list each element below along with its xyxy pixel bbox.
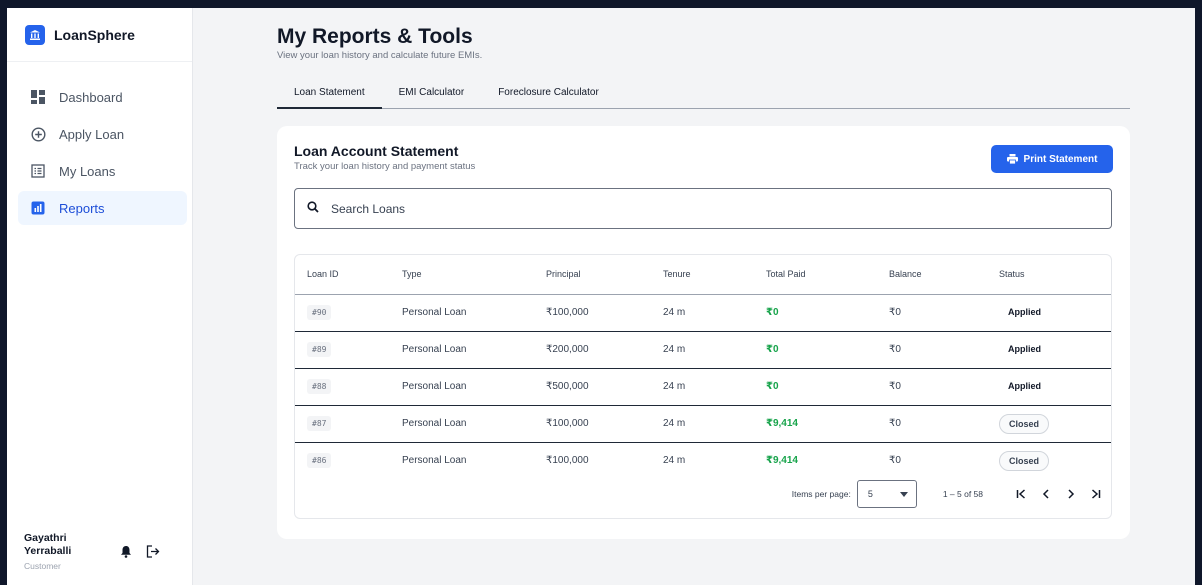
items-per-page-value: 5 <box>867 489 873 499</box>
loan-balance: ₹0 <box>889 368 999 406</box>
brand[interactable]: LoanSphere <box>7 8 192 62</box>
tab-emi-calculator[interactable]: EMI Calculator <box>382 79 482 109</box>
status-badge: Applied <box>1008 344 1041 354</box>
printer-icon <box>1006 154 1018 164</box>
tab-bar: Loan Statement EMI Calculator Foreclosur… <box>277 79 1130 109</box>
loan-id: #90 <box>307 305 332 320</box>
search-icon <box>307 200 319 218</box>
user-profile: Gayathri Yerraballi Customer <box>24 532 174 571</box>
loan-balance: ₹0 <box>889 455 901 467</box>
loan-principal: ₹500,000 <box>546 368 663 406</box>
sidebar: LoanSphere Dashboard Apply Loan My Loans <box>7 8 193 585</box>
brand-name: LoanSphere <box>54 26 135 43</box>
col-balance[interactable]: Balance <box>889 255 999 295</box>
col-type[interactable]: Type <box>402 255 546 295</box>
previous-page-icon[interactable] <box>1036 489 1056 499</box>
items-per-page-label: Items per page: <box>791 489 851 499</box>
table-row[interactable]: #88 Personal Loan ₹500,000 24 m ₹0 ₹0 Ap… <box>295 368 1111 406</box>
sidebar-item-my-loans[interactable]: My Loans <box>18 154 187 188</box>
sidebar-item-label: Reports <box>59 200 105 216</box>
table-header-row: Loan ID Type Principal Tenure Total Paid… <box>295 255 1111 295</box>
bell-icon[interactable] <box>120 545 132 558</box>
col-principal[interactable]: Principal <box>546 255 663 295</box>
col-tenure[interactable]: Tenure <box>663 255 766 295</box>
loan-tenure: 24 m <box>663 405 766 443</box>
loan-tenure: 24 m <box>663 368 766 406</box>
loan-total-paid: ₹9,414 <box>766 455 798 467</box>
page-range: 1 – 5 of 58 <box>942 489 983 499</box>
user-name: Gayathri Yerraballi <box>24 532 72 557</box>
print-statement-label: Print Statement <box>1023 153 1098 165</box>
loan-tenure: 24 m <box>663 455 686 467</box>
last-page-icon[interactable] <box>1086 489 1106 499</box>
tab-loan-statement[interactable]: Loan Statement <box>277 79 382 109</box>
chart-icon <box>30 200 46 216</box>
loan-type: Personal Loan <box>402 368 546 406</box>
paginator: Items per page: 5 1 – 5 of 58 <box>792 480 1111 508</box>
table-row[interactable]: #90 Personal Loan ₹100,000 24 m ₹0 ₹0 Ap… <box>295 294 1111 332</box>
sidebar-item-label: My Loans <box>59 163 116 179</box>
loan-total-paid: ₹9,414 <box>766 405 889 443</box>
table-row[interactable]: #87 Personal Loan ₹100,000 24 m ₹9,414 ₹… <box>295 405 1111 443</box>
status-badge: Applied <box>1008 307 1041 317</box>
table-row[interactable]: #89 Personal Loan ₹200,000 24 m ₹0 ₹0 Ap… <box>295 331 1111 369</box>
col-status[interactable]: Status <box>999 255 1111 295</box>
sidebar-item-dashboard[interactable]: Dashboard <box>18 80 187 114</box>
loan-tenure: 24 m <box>663 331 766 369</box>
app-window: LoanSphere Dashboard Apply Loan My Loans <box>7 8 1195 585</box>
loan-total-paid: ₹0 <box>766 331 889 369</box>
dashboard-icon <box>30 89 46 105</box>
print-statement-button[interactable]: Print Statement <box>991 145 1113 173</box>
loan-balance: ₹0 <box>889 294 999 332</box>
sidebar-item-label: Apply Loan <box>59 126 125 142</box>
status-badge: Closed <box>999 413 1050 434</box>
sidebar-nav: Dashboard Apply Loan My Loans Reports <box>7 62 192 225</box>
loan-principal: ₹100,000 <box>546 405 663 443</box>
sidebar-item-label: Dashboard <box>59 89 123 105</box>
loan-type: Personal Loan <box>402 331 546 369</box>
first-page-icon[interactable] <box>1011 489 1031 499</box>
user-role: Customer <box>24 561 61 571</box>
list-icon <box>30 163 46 179</box>
loan-id: #86 <box>307 453 332 469</box>
loan-principal: ₹100,000 <box>546 455 589 467</box>
items-per-page-select[interactable]: 5 <box>856 480 917 508</box>
col-total-paid[interactable]: Total Paid <box>766 255 889 295</box>
search-input[interactable] <box>331 201 1031 216</box>
loan-balance: ₹0 <box>889 405 999 443</box>
loan-principal: ₹200,000 <box>546 331 663 369</box>
col-loan-id[interactable]: Loan ID <box>295 255 402 295</box>
page-title: My Reports & Tools <box>277 25 473 48</box>
status-badge: Closed <box>999 450 1050 471</box>
statement-card: Loan Account Statement Track your loan h… <box>277 126 1130 539</box>
loan-id: #87 <box>307 416 332 431</box>
page-subtitle: View your loan history and calculate fut… <box>277 50 483 61</box>
next-page-icon[interactable] <box>1061 489 1081 499</box>
table-row[interactable]: #86 Personal Loan ₹100,000 24 m ₹9,414 ₹… <box>295 442 1111 479</box>
status-badge: Applied <box>1008 381 1041 391</box>
loan-type: Personal Loan <box>402 455 467 467</box>
main-content: My Reports & Tools View your loan histor… <box>193 8 1195 585</box>
loan-total-paid: ₹0 <box>766 294 889 332</box>
search-box[interactable] <box>294 188 1112 229</box>
tab-foreclosure-calculator[interactable]: Foreclosure Calculator <box>481 79 616 109</box>
sidebar-item-apply-loan[interactable]: Apply Loan <box>18 117 187 151</box>
logout-icon[interactable] <box>146 545 160 558</box>
sidebar-item-reports[interactable]: Reports <box>18 191 187 225</box>
loan-id: #88 <box>307 379 332 394</box>
loan-balance: ₹0 <box>889 331 999 369</box>
loan-total-paid: ₹0 <box>766 368 889 406</box>
loan-tenure: 24 m <box>663 294 766 332</box>
plus-circle-icon <box>30 126 46 142</box>
loan-id: #89 <box>307 342 332 357</box>
bank-icon <box>25 24 45 45</box>
loan-table: Loan ID Type Principal Tenure Total Paid… <box>294 254 1112 519</box>
loan-type: Personal Loan <box>402 294 546 332</box>
loan-type: Personal Loan <box>402 405 546 443</box>
caret-down-icon <box>899 489 908 499</box>
loan-principal: ₹100,000 <box>546 294 663 332</box>
